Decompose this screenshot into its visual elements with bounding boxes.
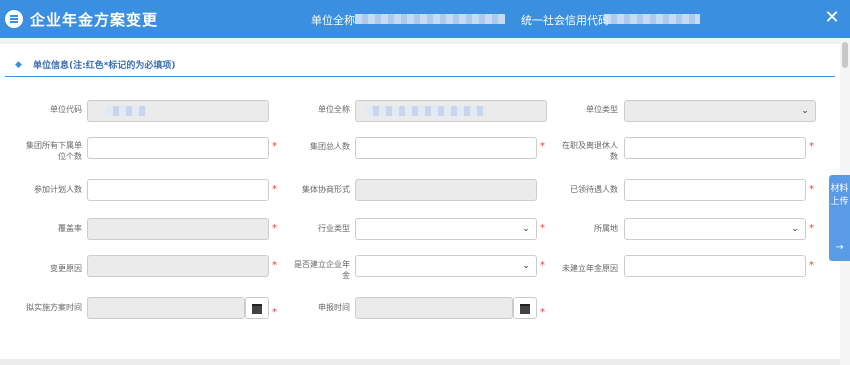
close-button[interactable]: ✕ (820, 6, 844, 30)
section-divider (5, 76, 835, 77)
calendar-icon (520, 304, 530, 314)
credit-code-value-redacted (604, 14, 700, 24)
required-mark: * (272, 141, 277, 152)
has-annuity-select[interactable]: ⌄ (355, 255, 537, 277)
required-mark: * (272, 307, 277, 318)
unit-type-label: 单位类型 (586, 105, 618, 114)
receiving-label: 已领待遇人数 (570, 185, 618, 194)
location-label: 所属地 (594, 224, 618, 233)
form-panel: ◆ 单位信息(注:红色*标记的为必填项) 单位代码 单位全称 单位类型 ⌄ 集团… (0, 44, 840, 359)
chevron-down-icon: ⌄ (801, 106, 809, 116)
section-title: 单位信息(注:红色*标记的为必填项) (33, 61, 176, 71)
unit-code-value-redacted (106, 106, 146, 116)
calendar-icon (252, 304, 262, 314)
chevron-down-icon: ⌄ (522, 261, 530, 271)
chevron-down-icon: ⌄ (522, 224, 530, 234)
material-upload-label: 材料上传 (830, 184, 849, 207)
negotiation-label: 集体协商形式 (302, 185, 350, 194)
apply-time-field (355, 297, 513, 319)
receiving-input[interactable] (624, 179, 806, 201)
participants-label: 参加计划人数 (34, 185, 82, 194)
required-mark: * (272, 260, 277, 271)
required-mark: * (809, 223, 814, 234)
chevron-down-icon: ⌄ (791, 224, 799, 234)
required-mark: * (540, 141, 545, 152)
active-retired-input[interactable] (624, 137, 806, 159)
unit-fullname-label: 单位全称 (318, 105, 350, 114)
required-mark: * (809, 260, 814, 271)
no-annuity-reason-label: 未建立年金原因 (562, 264, 618, 273)
coverage-field (87, 218, 269, 240)
participants-input[interactable] (87, 179, 269, 201)
diamond-icon: ◆ (15, 60, 22, 70)
unit-name-label: 单位全称 (311, 14, 355, 27)
apply-time-label: 申报时间 (318, 303, 350, 312)
location-select[interactable]: ⌄ (624, 218, 806, 240)
industry-select[interactable]: ⌄ (355, 218, 537, 240)
bottom-strip (0, 359, 840, 365)
unit-type-select: ⌄ (624, 100, 816, 122)
required-mark: * (540, 307, 545, 318)
unit-code-label: 单位代码 (50, 105, 82, 114)
required-mark: * (809, 141, 814, 152)
required-mark: * (540, 260, 545, 271)
no-annuity-reason-input[interactable] (624, 255, 806, 277)
plan-time-label: 拟实施方案时间 (26, 303, 82, 312)
material-upload-tab[interactable]: 材料上传 → (829, 175, 850, 261)
unit-name-value-redacted (355, 14, 505, 24)
industry-label: 行业类型 (318, 224, 350, 233)
subsidiary-count-input[interactable] (87, 137, 269, 159)
group-total-input[interactable] (355, 137, 537, 159)
required-mark: * (540, 223, 545, 234)
apply-time-calendar-button[interactable] (513, 297, 537, 319)
required-mark: * (272, 223, 277, 234)
change-reason-label: 变更原因 (50, 264, 82, 273)
list-icon (5, 10, 23, 28)
subsidiary-count-label: 集团所有下属单位个数 (26, 141, 82, 161)
unit-fullname-value-redacted (366, 106, 486, 116)
plan-time-field (87, 297, 245, 319)
change-reason-field (87, 255, 269, 277)
has-annuity-label: 是否建立企业年金 (294, 260, 350, 280)
active-retired-label: 在职及离退休人数 (562, 141, 618, 161)
group-total-label: 集团总人数 (310, 142, 350, 151)
dialog-header: 企业年金方案变更 单位全称 统一社会信用代码 ✕ (0, 0, 850, 38)
negotiation-field (355, 179, 537, 201)
arrow-right-icon: → (835, 242, 844, 253)
dialog-title: 企业年金方案变更 (30, 11, 159, 29)
unit-code-field (87, 100, 269, 122)
scrollbar-thumb[interactable] (842, 42, 848, 68)
coverage-label: 覆盖率 (58, 224, 82, 233)
plan-time-calendar-button[interactable] (245, 297, 269, 319)
required-mark: * (809, 184, 814, 195)
credit-code-label: 统一社会信用代码 (521, 14, 609, 27)
unit-fullname-field (355, 100, 547, 122)
required-mark: * (272, 184, 277, 195)
